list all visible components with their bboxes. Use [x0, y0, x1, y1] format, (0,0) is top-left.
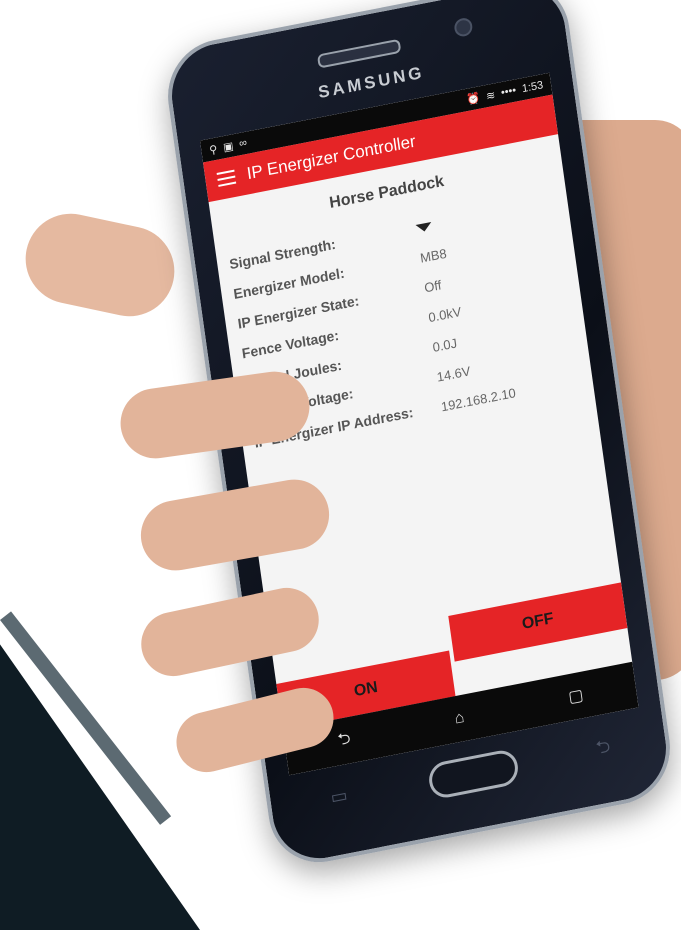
field-value: 14.6V — [435, 362, 472, 385]
back-icon[interactable]: ⮌ — [336, 727, 352, 756]
home-hardware-button[interactable] — [426, 747, 521, 801]
signal-dots: •••• — [500, 84, 518, 100]
phone-wrapper: SAMSUNG ⚲ ▣ ∞ ⏰ ≋ •••• 1:53 IP Energizer… — [0, 0, 681, 872]
earpiece-speaker — [316, 38, 402, 69]
front-camera — [453, 16, 474, 38]
location-icon: ⚲ — [208, 143, 219, 157]
recents-soft-key-icon[interactable]: ▭ — [329, 785, 349, 809]
field-value: Off — [423, 276, 443, 295]
home-icon[interactable]: ⌂ — [454, 709, 466, 729]
field-value: 0.0kV — [427, 303, 463, 325]
voicemail-icon: ∞ — [238, 136, 248, 151]
recents-icon[interactable]: ▢ — [567, 685, 585, 708]
field-value: 192.168.2.10 — [439, 384, 517, 414]
signal-icon — [415, 221, 433, 233]
field-value: 0.0J — [431, 334, 458, 355]
field-value: MB8 — [419, 245, 448, 266]
image-icon: ▣ — [222, 139, 235, 154]
back-soft-key-icon[interactable]: ⮌ — [594, 734, 612, 767]
hamburger-menu-icon[interactable] — [216, 169, 237, 187]
alarm-icon: ⏰ — [466, 91, 482, 107]
clock: 1:53 — [521, 79, 544, 96]
wifi-icon: ≋ — [485, 88, 497, 103]
off-button[interactable]: OFF — [448, 582, 628, 662]
